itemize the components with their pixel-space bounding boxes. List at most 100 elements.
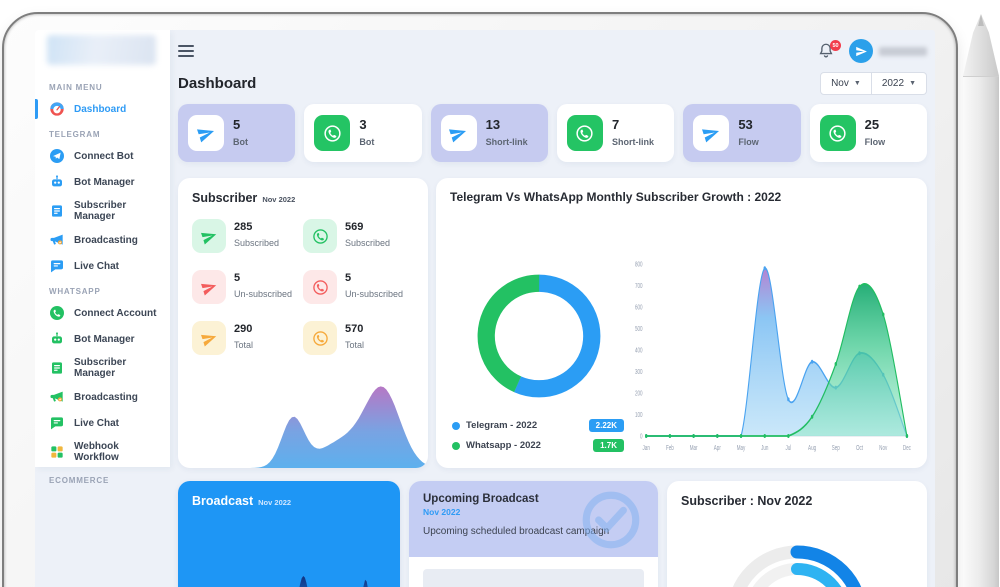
stat-value: 53 — [738, 117, 759, 132]
svg-text:Sep: Sep — [832, 444, 840, 452]
telegram-icon — [49, 148, 65, 164]
tile-label: Subscribed — [345, 238, 390, 248]
sidebar-item-label: Broadcasting — [74, 392, 138, 403]
svg-text:700: 700 — [635, 282, 643, 290]
tile-value: 569 — [345, 221, 390, 233]
card-title: Subscriber — [192, 191, 257, 205]
sidebar-item-label: Subscriber Manager — [74, 200, 160, 222]
date-filters: Nov▼ 2022▼ — [820, 72, 927, 95]
tile-label: Total — [234, 340, 253, 350]
sidebar-item-subscriber-manager[interactable]: Subscriber Manager — [35, 195, 170, 227]
stat-value: 7 — [612, 117, 654, 132]
telegram-icon — [192, 270, 226, 304]
chat-icon — [49, 258, 65, 274]
sidebar-item-live-chat[interactable]: Live Chat — [35, 253, 170, 279]
sidebar-item-subscriber-manager[interactable]: Subscriber Manager — [35, 352, 170, 384]
tile-value: 5 — [345, 272, 403, 284]
stats-row: 5 Bot 3 Bot 13 Short-link 7 Short-link 5… — [178, 104, 927, 162]
growth-donut-chart — [450, 270, 628, 402]
stat-card-whatsapp-bot: 3 Bot — [304, 104, 421, 162]
stat-value: 5 — [233, 117, 248, 132]
broadcast-card: Broadcast Nov 2022 — [178, 481, 400, 587]
sidebar-item-dashboard[interactable]: Dashboard — [35, 96, 170, 122]
main-content: 50 Dashboard Nov▼ — [170, 30, 935, 587]
whatsapp-icon — [49, 305, 65, 321]
whatsapp-icon — [820, 115, 856, 151]
svg-text:Jul: Jul — [785, 444, 791, 452]
year-filter[interactable]: 2022▼ — [872, 72, 927, 95]
robot-icon — [49, 174, 65, 190]
sidebar-item-live-chat[interactable]: Live Chat — [35, 410, 170, 436]
subscriber-tile-whatsapp-total: 570 Total — [303, 321, 414, 355]
whatsapp-icon — [567, 115, 603, 151]
growth-chart-legend: Telegram - 2022 2.22K Whatsapp - 2022 1.… — [450, 412, 628, 456]
sidebar-item-broadcasting[interactable]: Broadcasting — [35, 227, 170, 253]
stat-label: Bot — [359, 137, 374, 147]
growth-chart-title: Telegram Vs WhatsApp Monthly Subscriber … — [450, 190, 913, 204]
svg-text:200: 200 — [635, 389, 643, 397]
sidebar-item-label: Broadcasting — [74, 235, 138, 246]
sidebar-item-connect-bot[interactable]: Connect Bot — [35, 143, 170, 169]
growth-area-chart: 0100200300400500600700800JanFebMarAprMay… — [628, 208, 913, 456]
app-logo — [47, 35, 156, 65]
broadcast-peaks-chart — [178, 555, 400, 587]
sidebar-item-bot-manager[interactable]: Bot Manager — [35, 326, 170, 352]
stylus-pen — [963, 14, 999, 587]
whatsapp-icon — [303, 219, 337, 253]
screen: MAIN MENU DashboardTELEGRAM Connect Bot … — [35, 30, 935, 587]
device-frame: MAIN MENU DashboardTELEGRAM Connect Bot … — [2, 12, 958, 587]
menu-toggle-icon[interactable] — [178, 42, 194, 60]
page-title: Dashboard — [178, 75, 256, 92]
svg-text:0: 0 — [640, 432, 643, 440]
stat-label: Flow — [738, 137, 759, 147]
user-avatar-telegram-icon — [849, 39, 873, 63]
svg-text:Dec: Dec — [903, 444, 911, 452]
svg-text:May: May — [737, 444, 746, 452]
legend-label: Telegram - 2022 — [466, 420, 589, 431]
sidebar-section-label: MAIN MENU — [35, 75, 170, 96]
legend-item-telegram-2022[interactable]: Telegram - 2022 2.22K — [452, 419, 624, 432]
upcoming-list-placeholder — [423, 569, 644, 587]
tile-label: Un-subscribed — [234, 289, 292, 299]
sidebar-item-broadcasting[interactable]: Broadcasting — [35, 384, 170, 410]
sidebar-menu: MAIN MENU DashboardTELEGRAM Connect Bot … — [35, 75, 170, 489]
month-filter[interactable]: Nov▼ — [820, 72, 872, 95]
sidebar-item-connect-account[interactable]: Connect Account — [35, 300, 170, 326]
subscriber-wave-chart — [178, 373, 428, 468]
legend-item-whatsapp-2022[interactable]: Whatsapp - 2022 1.7K — [452, 439, 624, 452]
telegram-icon — [188, 115, 224, 151]
tile-value: 5 — [234, 272, 292, 284]
svg-text:Mar: Mar — [690, 444, 698, 452]
robot-icon — [49, 331, 65, 347]
topbar: 50 — [178, 36, 927, 66]
svg-text:Nov: Nov — [879, 444, 888, 452]
legend-total-badge: 2.22K — [589, 419, 624, 432]
telegram-icon — [441, 115, 477, 151]
tile-value: 285 — [234, 221, 279, 233]
telegram-icon — [192, 219, 226, 253]
svg-text:400: 400 — [635, 346, 643, 354]
tile-label: Un-subscribed — [345, 289, 403, 299]
whatsapp-icon — [303, 321, 337, 355]
sidebar-item-label: Connect Account — [74, 308, 156, 319]
sidebar-item-bot-manager[interactable]: Bot Manager — [35, 169, 170, 195]
user-profile[interactable] — [849, 39, 927, 63]
stat-label: Short-link — [612, 137, 654, 147]
stat-card-telegram-bot: 5 Bot — [178, 104, 295, 162]
stat-label: Flow — [865, 137, 886, 147]
legend-total-badge: 1.7K — [593, 439, 624, 452]
notification-bell-icon[interactable]: 50 — [817, 42, 835, 60]
svg-text:800: 800 — [635, 260, 643, 268]
subscriber-tile-whatsapp-subscribed: 569 Subscribed — [303, 219, 414, 253]
subscriber-tile-telegram-subscribed: 285 Subscribed — [192, 219, 303, 253]
megaphone-icon — [49, 389, 65, 405]
svg-text:Jun: Jun — [761, 444, 769, 452]
sidebar-item-label: Connect Bot — [74, 151, 133, 162]
broadcast-period: Nov 2022 — [258, 498, 291, 507]
subscriber-radial-card: Subscriber : Nov 2022 Subscribers — [667, 481, 927, 587]
subscriber-tile-telegram-un-subscribed: 5 Un-subscribed — [192, 270, 303, 304]
stat-card-whatsapp-short-link: 7 Short-link — [557, 104, 674, 162]
sidebar-section-label: TELEGRAM — [35, 122, 170, 143]
sidebar-item-webhook-workflow[interactable]: Webhook Workflow — [35, 436, 170, 468]
check-circle-icon — [578, 487, 644, 553]
